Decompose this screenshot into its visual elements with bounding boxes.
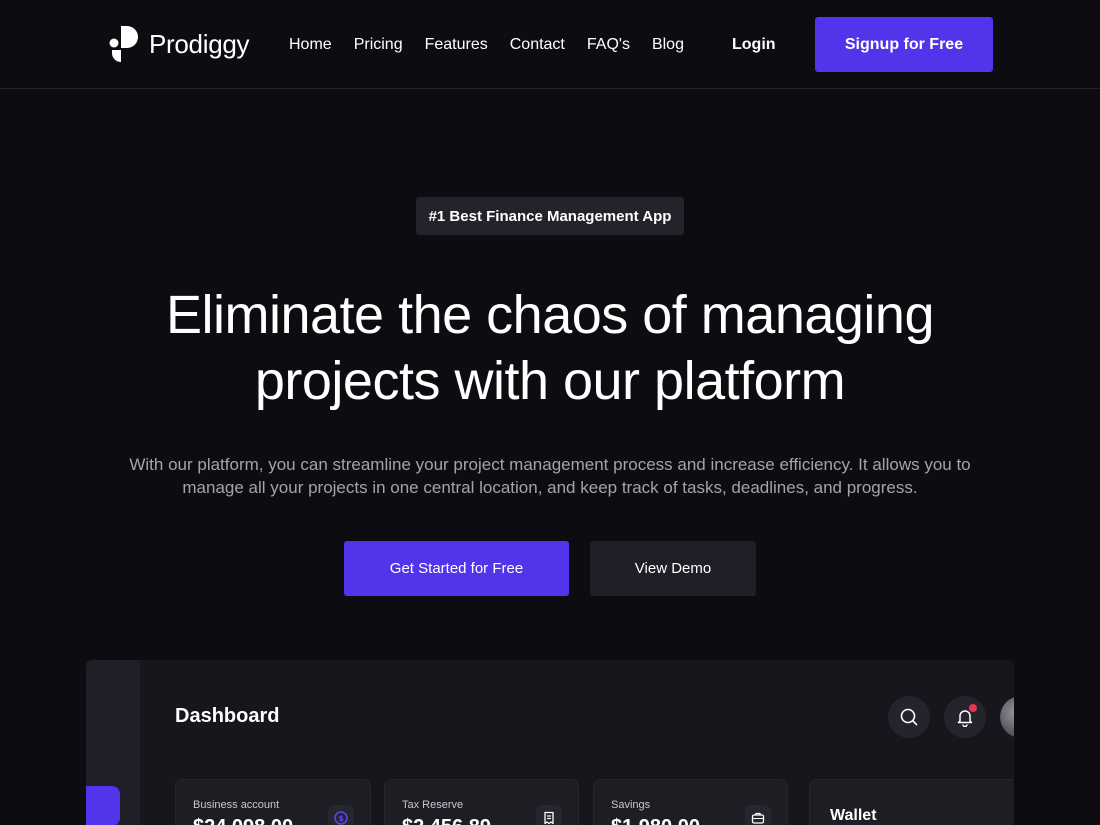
- dollar-icon: $: [328, 805, 354, 825]
- nav-link-contact[interactable]: Contact: [510, 35, 565, 55]
- card-label: Business account: [193, 799, 280, 811]
- brand-logo[interactable]: Prodiggy: [107, 24, 250, 64]
- briefcase-icon: [745, 805, 771, 825]
- dashboard-title: Dashboard: [175, 705, 280, 727]
- wallet-title: Wallet: [830, 807, 877, 824]
- signup-button[interactable]: Signup for Free: [815, 17, 993, 72]
- sidebar-active-item[interactable]: [86, 786, 120, 825]
- business-account-card[interactable]: Business account $24,098.00 $: [175, 779, 371, 825]
- nav-link-features[interactable]: Features: [425, 35, 488, 55]
- hero-headline-line-1: Eliminate the chaos of managing: [166, 285, 934, 345]
- tax-reserve-card[interactable]: Tax Reserve $2,456.89: [384, 779, 579, 825]
- search-icon: [900, 708, 918, 726]
- svg-text:$: $: [338, 814, 344, 823]
- login-link[interactable]: Login: [732, 35, 776, 55]
- nav-link-blog[interactable]: Blog: [652, 35, 684, 55]
- card-value: $24,098.00: [193, 816, 293, 825]
- view-demo-button[interactable]: View Demo: [590, 541, 756, 596]
- main-nav: Home Pricing Features Contact FAQ's Blog: [289, 35, 706, 55]
- card-value: $1,980.00: [611, 816, 700, 825]
- wallet-card[interactable]: Wallet: [809, 779, 1014, 825]
- nav-link-home[interactable]: Home: [289, 35, 332, 55]
- user-avatar[interactable]: [1000, 696, 1014, 738]
- notifications-button[interactable]: [944, 696, 986, 738]
- hero-headline: Eliminate the chaos of managing projects…: [100, 282, 1000, 414]
- card-value: $2,456.89: [402, 816, 491, 825]
- hero-badge: #1 Best Finance Management App: [416, 197, 684, 235]
- nav-link-faqs[interactable]: FAQ's: [587, 35, 630, 55]
- brand-name: Prodiggy: [149, 28, 250, 59]
- card-label: Savings: [611, 799, 651, 811]
- prodiggy-logo-icon: [109, 26, 138, 62]
- top-navbar: Prodiggy Home Pricing Features Contact F…: [0, 0, 1100, 89]
- dashboard-preview: Dashboard Business account $24,098.00 $ …: [86, 660, 1014, 825]
- hero-subtext: With our platform, you can streamline yo…: [129, 455, 971, 497]
- card-label: Tax Reserve: [402, 799, 464, 811]
- savings-card[interactable]: Savings $1,980.00: [593, 779, 788, 825]
- dashboard-search-button[interactable]: [888, 696, 930, 738]
- receipt-icon: [536, 805, 562, 825]
- avatar-image: [1000, 696, 1014, 738]
- hero-headline-line-2: projects with our platform: [254, 351, 846, 411]
- nav-link-pricing[interactable]: Pricing: [354, 35, 403, 55]
- notification-dot: [969, 704, 977, 712]
- get-started-button[interactable]: Get Started for Free: [344, 541, 569, 596]
